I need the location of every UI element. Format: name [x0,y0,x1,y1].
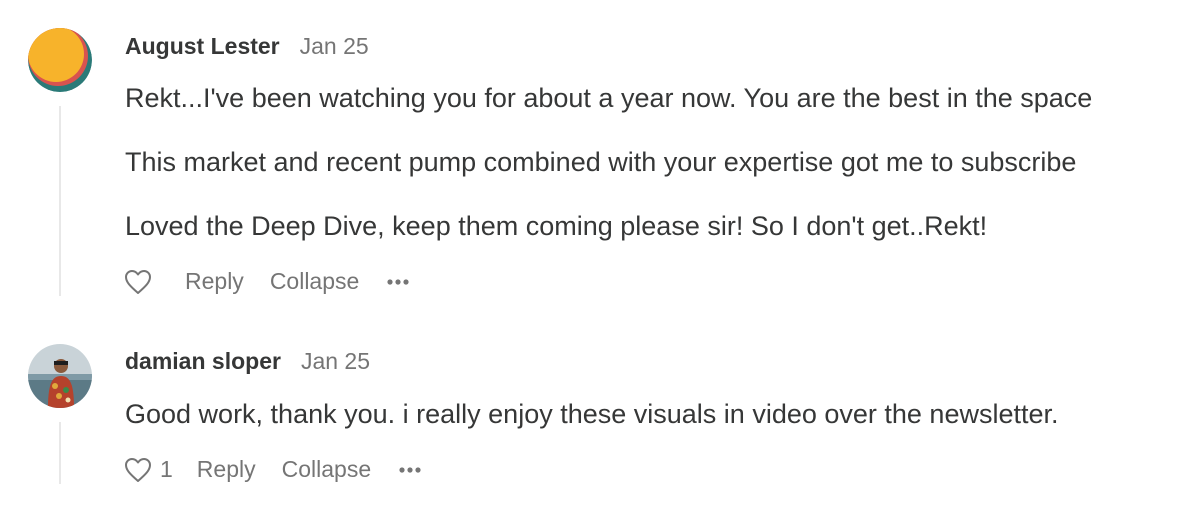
collapse-button[interactable]: Collapse [282,456,372,483]
comment-actions: 1 Reply Collapse [124,456,421,483]
more-options-button[interactable] [387,278,409,286]
avatar-photo-icon [28,344,92,408]
avatar[interactable] [28,344,92,408]
comment-date[interactable]: Jan 25 [301,348,370,374]
more-options-button[interactable] [399,466,421,474]
avatar[interactable] [28,28,92,92]
reply-button[interactable]: Reply [185,268,244,295]
comment: damian sloper Jan 25 Good work, thank you… [0,318,1200,518]
comment-meta: August Lester Jan 25 [125,33,369,60]
heart-icon [125,457,151,482]
like-button[interactable] [124,269,152,295]
comment-body: Good work, thank you. i really enjoy the… [125,398,1200,462]
collapse-button[interactable]: Collapse [270,268,360,295]
like-button[interactable]: 1 [124,456,173,483]
ellipsis-icon [387,278,409,285]
thread-line[interactable] [59,422,61,484]
comment-author[interactable]: August Lester [125,33,280,59]
comment-paragraph: This market and recent pump combined wit… [125,147,1077,177]
comment-paragraph: Good work, thank you. i really enjoy the… [125,399,1059,429]
comment-date[interactable]: Jan 25 [300,33,369,59]
comment-meta: damian sloper Jan 25 [125,348,370,375]
comment-actions: Reply Collapse [124,268,409,295]
avatar-orange-circle-icon [28,28,92,92]
comment-body: Rekt...I've been watching you for about … [125,82,1200,274]
comment: August Lester Jan 25 Rekt...I've been wat… [0,0,1200,300]
heart-icon [125,269,151,294]
comment-paragraph: Rekt...I've been watching you for about … [125,83,1093,113]
thread-line[interactable] [59,106,61,296]
like-count: 1 [160,456,173,482]
comment-paragraph: Loved the Deep Dive, keep them coming pl… [125,211,988,241]
ellipsis-icon [399,466,421,473]
comment-author[interactable]: damian sloper [125,348,281,374]
reply-button[interactable]: Reply [197,456,256,483]
